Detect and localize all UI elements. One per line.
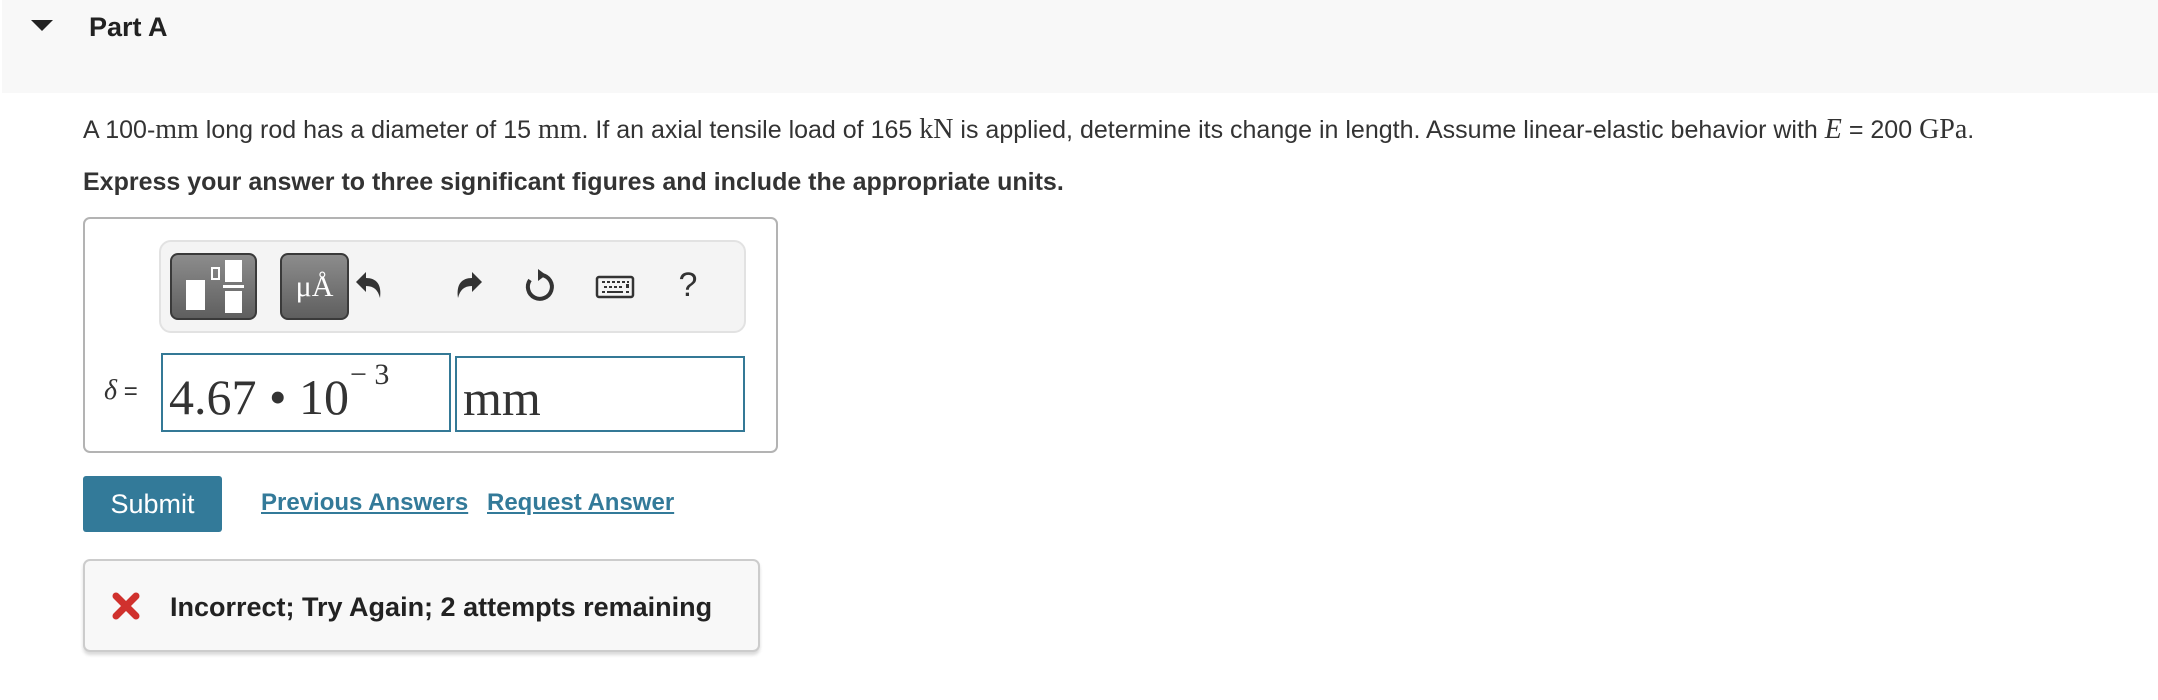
answer-instructions: Express your answer to three significant… — [83, 168, 1064, 196]
problem-text: . — [1967, 116, 1975, 144]
request-answer-link[interactable]: Request Answer — [487, 487, 674, 519]
units-button[interactable]: μÅ — [280, 253, 349, 320]
units-input[interactable]: mm — [455, 356, 745, 432]
math-unit: mm — [537, 114, 582, 145]
keyboard-icon[interactable] — [595, 268, 635, 304]
equals-sign: = — [123, 378, 138, 405]
value-input[interactable]: 4.67 • 10 − 3 — [161, 353, 451, 432]
answer-variable-label: δ = — [104, 374, 138, 409]
undo-icon[interactable] — [352, 268, 388, 304]
problem-text: is applied, determine its change in leng… — [953, 116, 1825, 144]
value-exponent: − 3 — [350, 358, 390, 391]
x-icon — [112, 592, 140, 620]
value-mantissa: 4.67 • 10 — [169, 369, 350, 425]
feedback-message: Incorrect; Try Again; 2 attempts remaini… — [170, 592, 713, 622]
problem-statement: A 100-mm long rod has a diameter of 15 m… — [83, 113, 1974, 147]
delta-symbol: δ — [104, 375, 118, 406]
problem-text: A 100- — [83, 116, 156, 144]
math-variable: E — [1824, 114, 1842, 145]
math-unit: GPa — [1919, 114, 1968, 145]
help-button[interactable]: ? — [676, 265, 700, 305]
part-title: Part A — [89, 12, 168, 42]
redo-icon[interactable] — [450, 268, 486, 304]
problem-text: = 200 — [1841, 116, 1920, 144]
submit-button[interactable]: Submit — [83, 476, 222, 532]
math-unit: mm — [155, 114, 199, 145]
collapse-caret-icon[interactable] — [31, 20, 53, 31]
problem-text: long rod has a diameter of 15 — [198, 116, 538, 144]
template-denominator — [225, 291, 242, 313]
previous-answers-link[interactable]: Previous Answers — [261, 487, 468, 519]
template-numerator — [225, 260, 242, 282]
reset-icon[interactable] — [522, 268, 558, 304]
part-header[interactable]: Part A — [2, 0, 2158, 93]
templates-button[interactable] — [170, 253, 257, 320]
template-superscript-box — [211, 267, 220, 280]
units-icon: μÅ — [295, 270, 334, 303]
math-unit: kN — [919, 114, 954, 145]
units-value: mm — [463, 370, 541, 426]
template-box — [186, 280, 205, 310]
template-fraction-bar — [223, 285, 244, 288]
problem-text: . If an axial tensile load of 165 — [581, 116, 920, 144]
